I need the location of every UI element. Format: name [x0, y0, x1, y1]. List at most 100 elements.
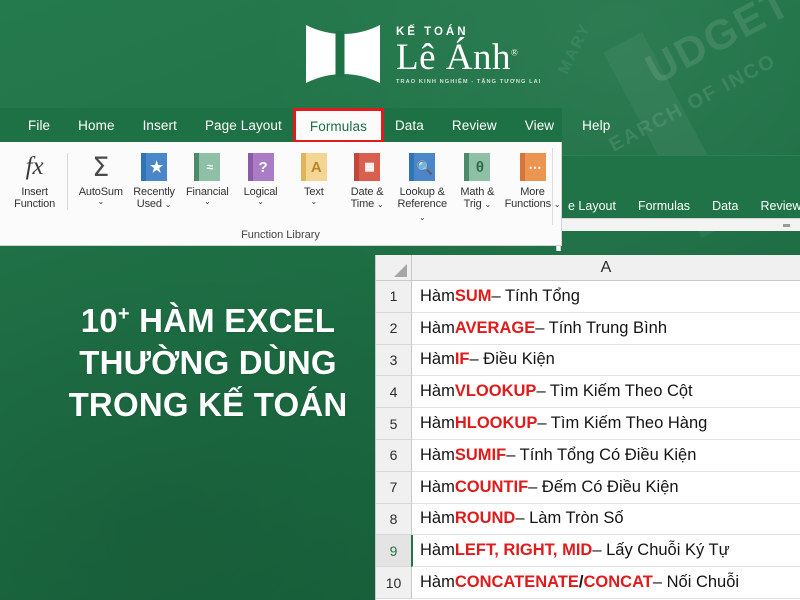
- logical-button[interactable]: ? Logical ⌄: [234, 147, 287, 207]
- question-book-icon: ?: [248, 150, 274, 184]
- magnifier-book-icon: 🔍: [409, 150, 435, 184]
- lookup-reference-button[interactable]: 🔍 Lookup & Reference ⌄: [394, 147, 451, 223]
- coins-book-icon: ≈: [194, 150, 220, 184]
- row-header[interactable]: 10: [376, 567, 412, 599]
- row-header[interactable]: 3: [376, 345, 412, 377]
- column-header-a[interactable]: A: [412, 255, 800, 281]
- table-row[interactable]: 3Hàm IF – Điều Kiện: [376, 345, 800, 377]
- table-row[interactable]: 1Hàm SUM – Tính Tổng: [376, 281, 800, 313]
- chevron-down-icon[interactable]: ⌄: [485, 200, 492, 209]
- cell-a1[interactable]: Hàm SUM – Tính Tổng: [412, 281, 800, 313]
- cell-description: – Tìm Kiếm Theo Cột: [536, 382, 692, 401]
- cell-a3[interactable]: Hàm IF – Điều Kiện: [412, 345, 800, 377]
- cell-description: – Tính Trung Bình: [535, 319, 667, 338]
- tab-home[interactable]: Home: [64, 108, 128, 142]
- ribbon-body: fx Insert Function Σ AutoSum ⌄: [0, 142, 562, 246]
- math-trig-label-1: Math &: [460, 186, 494, 198]
- cell-a7[interactable]: Hàm COUNTIF – Đếm Có Điều Kiện: [412, 472, 800, 504]
- math-trig-button[interactable]: θ Math & Trig ⌄: [451, 147, 504, 211]
- row-header[interactable]: 2: [376, 313, 412, 345]
- background-ribbon: e Layout Formulas Data Review V: [560, 155, 800, 231]
- tab-view[interactable]: View: [511, 108, 568, 142]
- function-name: SUM: [455, 287, 492, 306]
- math-trig-label-2: Trig ⌄: [460, 198, 494, 210]
- row-header[interactable]: 1: [376, 281, 412, 313]
- table-row[interactable]: 9Hàm LEFT, RIGHT, MID – Lấy Chuỗi Ký Tự: [376, 535, 800, 567]
- cell-a9[interactable]: Hàm LEFT, RIGHT, MID – Lấy Chuỗi Ký Tự: [411, 535, 800, 567]
- date-time-button[interactable]: ▦ Date & Time ⌄: [340, 147, 393, 211]
- chevron-down-icon[interactable]: ⌄: [419, 213, 426, 222]
- insert-function-button[interactable]: fx Insert Function: [8, 147, 61, 211]
- text-button[interactable]: A Text ⌄: [287, 147, 340, 207]
- table-row[interactable]: 10Hàm CONCATENATE/CONCAT – Nối Chuỗi: [376, 567, 800, 599]
- bg-tab-review[interactable]: Review: [760, 199, 800, 213]
- chevron-down-icon[interactable]: ⌄: [165, 200, 172, 209]
- tab-review[interactable]: Review: [438, 108, 511, 142]
- tab-data[interactable]: Data: [381, 108, 438, 142]
- select-all-corner-icon[interactable]: [376, 255, 412, 281]
- cell-prefix: Hàm: [420, 446, 455, 465]
- chevron-down-icon[interactable]: ⌄: [244, 198, 278, 207]
- tab-help[interactable]: Help: [568, 108, 624, 142]
- table-row[interactable]: 4Hàm VLOOKUP – Tìm Kiếm Theo Cột: [376, 376, 800, 408]
- cell-description: – Làm Tròn Số: [515, 509, 623, 528]
- tab-formulas[interactable]: Formulas: [296, 110, 381, 142]
- row-header[interactable]: 7: [376, 472, 412, 504]
- headline-line-1: 10+ HÀM EXCEL: [48, 300, 368, 342]
- bg-tab-data[interactable]: Data: [712, 199, 738, 213]
- chevron-down-icon[interactable]: ⌄: [304, 198, 324, 207]
- star-book-icon: ★: [141, 150, 167, 184]
- row-header[interactable]: 8: [376, 504, 412, 536]
- watermark-text-income: EARCH OF INCO: [605, 50, 780, 158]
- autosum-button[interactable]: Σ AutoSum ⌄: [74, 147, 127, 207]
- cell-prefix: Hàm: [420, 573, 455, 592]
- function-name: LEFT, RIGHT, MID: [455, 541, 593, 560]
- row-header[interactable]: 6: [376, 440, 412, 472]
- table-row[interactable]: 8Hàm ROUND – Làm Tròn Số: [376, 504, 800, 536]
- cell-a4[interactable]: Hàm VLOOKUP – Tìm Kiếm Theo Cột: [412, 376, 800, 408]
- ribbon-divider: [67, 153, 68, 210]
- chevron-down-icon[interactable]: ⌄: [186, 198, 229, 207]
- headline-line-2: THƯỜNG DÙNG: [48, 342, 368, 384]
- table-row[interactable]: 5Hàm HLOOKUP – Tìm Kiếm Theo Hàng: [376, 408, 800, 440]
- insert-function-label-2: Function: [14, 198, 55, 210]
- cell-a5[interactable]: Hàm HLOOKUP – Tìm Kiếm Theo Hàng: [412, 408, 800, 440]
- calendar-book-icon: ▦: [354, 150, 380, 184]
- bg-tab-formulas[interactable]: Formulas: [638, 199, 690, 213]
- cell-prefix: Hàm: [420, 287, 455, 306]
- row-header[interactable]: 5: [376, 408, 412, 440]
- watermark-text-summary: MARY: [555, 21, 595, 78]
- row-header[interactable]: 4: [376, 376, 412, 408]
- bg-tab-page-layout[interactable]: e Layout: [568, 199, 616, 213]
- table-row[interactable]: 2Hàm AVERAGE – Tính Trung Bình: [376, 313, 800, 345]
- poster-headline: 10+ HÀM EXCEL THƯỜNG DÙNG TRONG KẾ TOÁN: [48, 300, 368, 427]
- recently-used-button[interactable]: ★ Recently Used ⌄: [127, 147, 180, 211]
- tab-file[interactable]: File: [14, 108, 64, 142]
- tab-page-layout[interactable]: Page Layout: [191, 108, 296, 142]
- ellipsis-book-icon: ⋯: [520, 150, 546, 184]
- cell-a10[interactable]: Hàm CONCATENATE/CONCAT – Nối Chuỗi: [412, 567, 800, 599]
- chevron-down-icon[interactable]: ⌄: [377, 200, 384, 209]
- cell-a6[interactable]: Hàm SUMIF – Tính Tổng Có Điều Kiện: [412, 440, 800, 472]
- cell-description: – Tính Tổng: [492, 287, 580, 306]
- cell-prefix: Hàm: [420, 541, 455, 560]
- function-name: COUNTIF: [455, 478, 528, 497]
- function-library-group: fx Insert Function Σ AutoSum ⌄: [0, 142, 561, 224]
- financial-button[interactable]: ≈ Financial ⌄: [181, 147, 234, 207]
- function-name: VLOOKUP: [455, 382, 537, 401]
- tab-insert[interactable]: Insert: [129, 108, 191, 142]
- function-name: IF: [455, 350, 470, 369]
- function-library-group-label: Function Library: [0, 229, 561, 241]
- function-name: SUMIF: [455, 446, 506, 465]
- table-row[interactable]: 6Hàm SUMIF – Tính Tổng Có Điều Kiện: [376, 440, 800, 472]
- cell-a8[interactable]: Hàm ROUND – Làm Tròn Số: [412, 504, 800, 536]
- row-header[interactable]: 9: [376, 535, 412, 567]
- cell-a2[interactable]: Hàm AVERAGE – Tính Trung Bình: [412, 313, 800, 345]
- brand-tagline: TRAO KINH NGHIỆM - TẶNG TƯƠNG LAI: [396, 79, 541, 85]
- chevron-down-icon[interactable]: ⌄: [79, 198, 123, 207]
- watermark-text-budget: UDGET: [638, 0, 799, 94]
- table-row[interactable]: 7Hàm COUNTIF – Đếm Có Điều Kiện: [376, 472, 800, 504]
- chevron-down-icon[interactable]: ⌄: [554, 200, 561, 209]
- cell-description: – Điều Kiện: [470, 350, 555, 369]
- brand-name: Lê Ánh®: [396, 39, 518, 77]
